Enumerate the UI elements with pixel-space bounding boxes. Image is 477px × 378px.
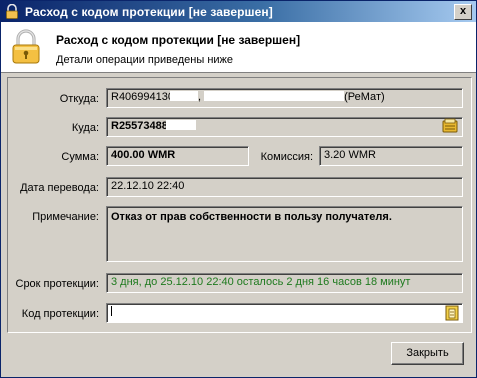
- dialog-window: Расход с кодом протекции [не завершен] x…: [0, 0, 477, 378]
- date-label: Дата перевода:: [20, 182, 99, 194]
- from-label: Откуда:: [59, 93, 99, 105]
- wallet-icon[interactable]: [442, 118, 458, 134]
- header-subtitle: Детали операции приведены ниже: [56, 54, 234, 66]
- dialog-header: Расход с кодом протекции [не завершен] Д…: [1, 22, 476, 73]
- lock-icon: [12, 29, 40, 64]
- window-title: Расход с кодом протекции [не завершен]: [25, 5, 273, 19]
- details-panel: [7, 77, 472, 333]
- close-button[interactable]: Закрыть: [391, 342, 464, 365]
- to-purse: R25573488: [111, 120, 168, 132]
- from-separator: ,: [198, 91, 202, 103]
- note-field[interactable]: Отказ от прав собственности в пользу пол…: [106, 206, 463, 262]
- to-field[interactable]: R25573488: [106, 117, 463, 137]
- window-close-button[interactable]: x: [454, 4, 472, 20]
- title-bar[interactable]: Расход с кодом протекции [не завершен] x: [1, 1, 476, 22]
- fee-label: Комиссия:: [260, 151, 313, 163]
- protection-code-field[interactable]: [106, 303, 463, 323]
- notepad-icon[interactable]: [444, 305, 460, 321]
- protection-term-field[interactable]: 3 дня, до 25.12.10 22:40 осталось 2 дня …: [106, 273, 463, 293]
- amount-field[interactable]: 400.00 WMR: [106, 146, 249, 166]
- from-field[interactable]: R406994130, (РеМат): [106, 88, 463, 108]
- amount-label: Сумма:: [61, 151, 99, 163]
- redaction: [204, 91, 345, 101]
- date-field[interactable]: 22.12.10 22:40: [106, 177, 463, 197]
- from-suffix: (РеМат): [344, 91, 385, 103]
- protection-term-label: Срок протекции:: [15, 278, 100, 290]
- to-label: Куда:: [71, 122, 99, 134]
- from-purse: R406994130: [111, 91, 175, 103]
- fee-field[interactable]: 3.20 WMR: [319, 146, 463, 166]
- protection-code-label: Код протекции:: [21, 308, 99, 320]
- header-title: Расход с кодом протекции [не завершен]: [56, 33, 301, 47]
- lock-icon: [6, 4, 18, 19]
- redaction: [111, 306, 148, 316]
- note-label: Примечание:: [32, 211, 99, 223]
- redaction: [165, 120, 196, 130]
- redaction: [170, 91, 199, 101]
